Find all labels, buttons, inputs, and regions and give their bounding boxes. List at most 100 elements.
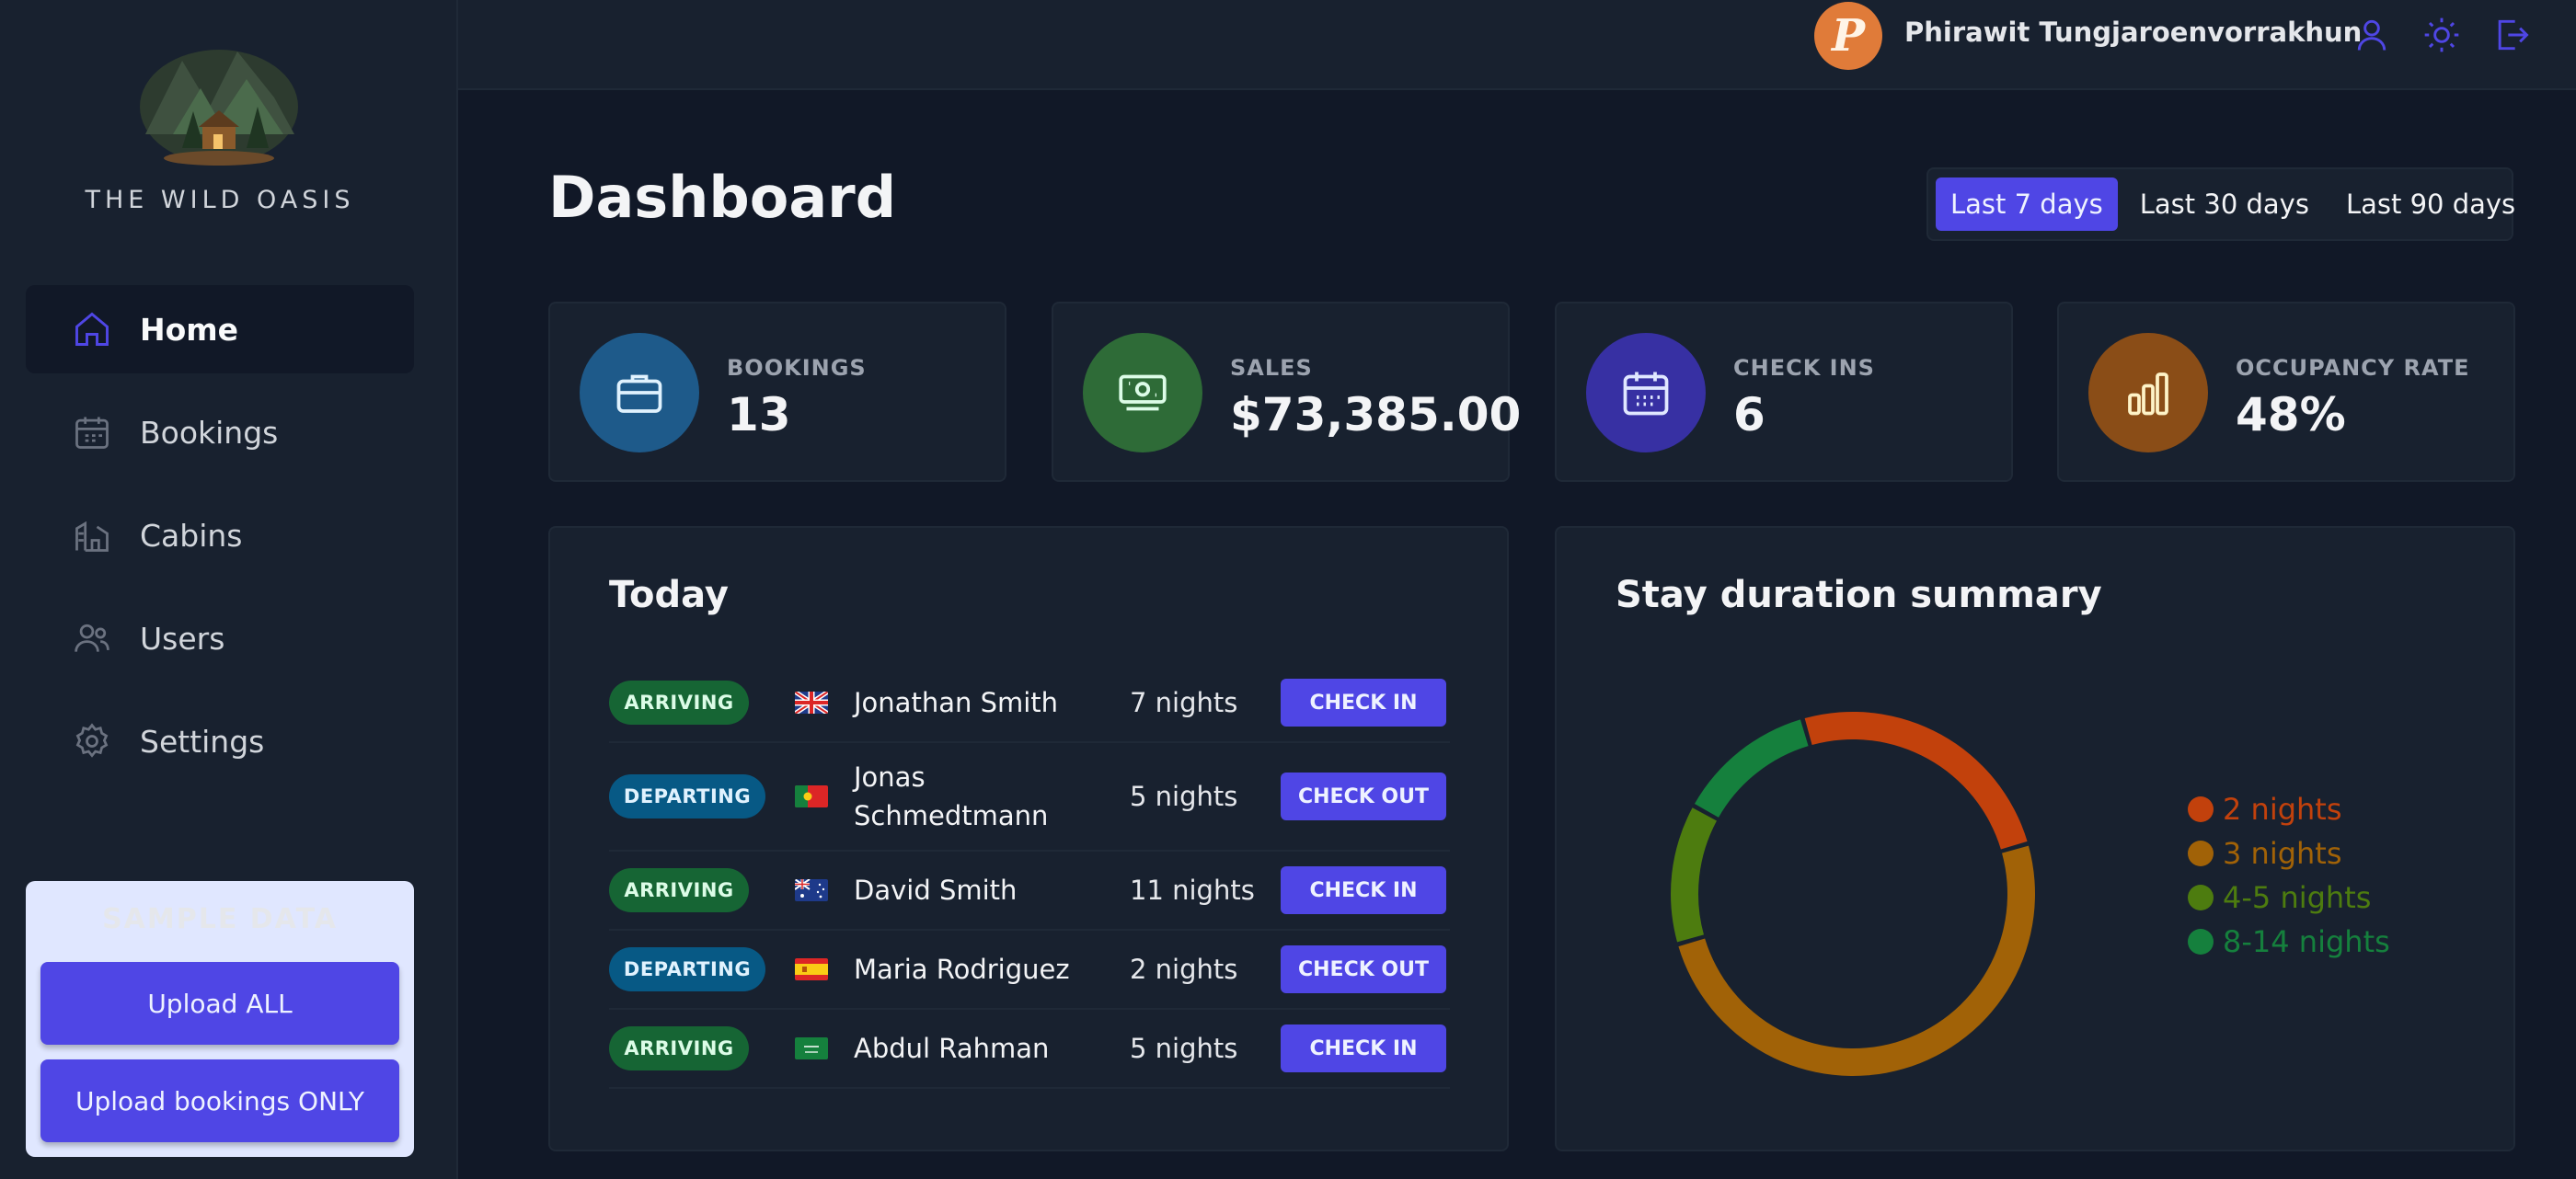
sidebar-item-home[interactable]: Home [26,285,414,373]
guest-name: David Smith [854,875,1018,906]
sidebar-item-bookings[interactable]: Bookings [26,388,414,476]
legend-dot [2188,885,2214,910]
filter-last-30-days[interactable]: Last 30 days [2125,177,2324,231]
sun-icon[interactable] [2421,15,2462,55]
flag-au-icon [795,879,828,901]
donut-slice-2-nights [1804,712,2028,850]
logout-icon[interactable] [2491,15,2532,55]
legend-dot [2188,929,2214,955]
chart-bar-icon [2088,333,2208,452]
check-in-button[interactable]: CHECK IN [1281,679,1446,727]
sample-data-title: SAMPLE DATA [102,903,338,935]
list-item: DEPARTING Maria Rodriguez 2 nights CHECK… [609,931,1450,1010]
donut-slice-3-nights [1678,845,2035,1076]
stay-duration-donut-chart [1671,712,2035,1076]
stat-value: 48% [2236,388,2346,441]
briefcase-icon [580,333,699,452]
stay-nights: 5 nights [1130,781,1238,812]
legend-dot [2188,841,2214,866]
check-in-button[interactable]: CHECK IN [1281,866,1446,914]
list-item: DEPARTING Jonas Schmedtmann 5 nights CHE… [609,743,1450,852]
list-item: ARRIVING Abdul Rahman 5 nights CHECK IN [609,1010,1450,1089]
calendar-icon [1586,333,1706,452]
logo-image [136,33,302,167]
donut-slice-4-5-nights [1671,807,1717,943]
user-icon[interactable] [2352,15,2392,55]
stat-value: 6 [1733,388,1765,441]
status-badge: DEPARTING [609,947,765,991]
today-panel: Today ARRIVING Jonathan Smith 7 nights C… [548,526,1509,1151]
stay-nights: 11 nights [1130,875,1255,906]
stat-occupancy-rate: OCCUPANCY RATE 48% [2057,302,2515,482]
check-in-button[interactable]: CHECK IN [1281,1024,1446,1072]
guest-name: Maria Rodriguez [854,954,1070,985]
flag-es-icon [795,958,828,980]
brand-name: THE WILD OASIS [85,186,355,214]
legend-label: 2 nights [2223,792,2342,827]
legend-item: 8-14 nights [2188,920,2390,964]
legend-item: 3 nights [2188,831,2390,876]
sidebar-item-label: Cabins [140,517,243,554]
stay-nights: 2 nights [1130,954,1238,985]
status-badge: ARRIVING [609,681,749,725]
filter-last-7-days[interactable]: Last 7 days [1936,177,2118,231]
legend-item: 4-5 nights [2188,876,2390,920]
stay-nights: 7 nights [1130,687,1238,718]
legend-label: 4-5 nights [2223,880,2372,915]
guest-name: Jonathan Smith [854,687,1059,718]
users-icon [72,618,112,658]
stat-label: BOOKINGS [727,355,867,381]
check-out-button[interactable]: CHECK OUT [1281,945,1446,993]
stat-bookings: BOOKINGS 13 [548,302,1006,482]
money-icon [1083,333,1202,452]
legend-label: 3 nights [2223,836,2342,871]
today-title: Today [609,574,729,616]
legend-item: 2 nights [2188,787,2390,831]
sidebar-item-label: Settings [140,723,265,760]
list-item: ARRIVING David Smith 11 nights CHECK IN [609,852,1450,931]
filter-last-90-days[interactable]: Last 90 days [2331,177,2530,231]
list-item: ARRIVING Jonathan Smith 7 nights CHECK I… [609,664,1450,743]
stay-nights: 5 nights [1130,1033,1238,1064]
stat-sales: SALES $73,385.00 [1052,302,1521,482]
flag-sa-icon [795,1037,828,1059]
sidebar-item-label: Users [140,620,225,657]
guest-name: Abdul Rahman [854,1033,1050,1064]
status-badge: ARRIVING [609,868,749,912]
top-header: P Phirawit Tungjaroenvorrakhun [458,0,2576,90]
stat-check-ins: CHECK INS 6 [1555,302,2013,482]
upload-all-button[interactable]: Upload ALL [40,962,399,1045]
gear-icon [72,721,112,761]
sample-data-panel: SAMPLE DATA Upload ALL Upload bookings O… [26,881,414,1157]
sidebar-item-label: Home [140,311,239,348]
sidebar-item-label: Bookings [140,414,279,451]
upload-bookings-button[interactable]: Upload bookings ONLY [40,1059,399,1142]
status-badge: ARRIVING [609,1026,749,1070]
cabin-icon [72,515,112,555]
stat-label: OCCUPANCY RATE [2236,355,2470,381]
donut-slice-8-14-nights [1694,719,1809,818]
check-out-button[interactable]: CHECK OUT [1281,773,1446,820]
today-list: ARRIVING Jonathan Smith 7 nights CHECK I… [609,664,1450,1089]
legend-dot [2188,796,2214,822]
stay-duration-panel: Stay duration summary 2 nights 3 nights 4-… [1555,526,2515,1151]
legend-label: 8-14 nights [2223,924,2390,959]
stat-value: $73,385.00 [1230,388,1522,441]
stat-label: CHECK INS [1733,355,1875,381]
page-title: Dashboard [548,164,897,231]
user-name: Phirawit Tungjaroenvorrakhun [1904,17,2363,48]
stat-value: 13 [727,388,791,441]
chart-legend: 2 nights 3 nights 4-5 nights 8-14 nights [2188,787,2390,964]
calendar-icon [72,412,112,452]
stay-duration-title: Stay duration summary [1616,574,2102,616]
sidebar-item-cabins[interactable]: Cabins [26,491,414,579]
guest-name: Jonas Schmedtmann [854,761,1049,831]
sidebar-item-users[interactable]: Users [26,594,414,682]
home-icon [72,309,112,349]
status-badge: DEPARTING [609,774,765,818]
stat-label: SALES [1230,355,1313,381]
avatar[interactable]: P [1814,2,1882,70]
sidebar-item-settings[interactable]: Settings [26,697,414,785]
sidebar-nav: Home Bookings Cabins Users Settings [26,285,414,800]
flag-pt-icon [795,785,828,807]
